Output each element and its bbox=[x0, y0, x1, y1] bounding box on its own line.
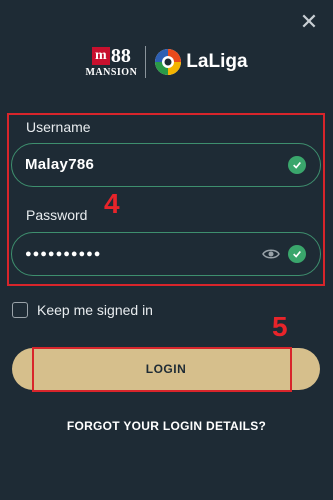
laliga-icon bbox=[155, 49, 182, 75]
username-label: Username bbox=[26, 119, 91, 135]
password-value: ●●●●●●●●●● bbox=[25, 248, 102, 260]
m88-logo-number: 88 bbox=[110, 45, 131, 67]
logo-divider bbox=[145, 46, 147, 78]
keep-signed-in-checkbox[interactable] bbox=[12, 302, 28, 318]
username-value: Malay786 bbox=[25, 156, 95, 173]
laliga-wordmark: LaLiga bbox=[186, 51, 248, 72]
m88-logo-subtitle: MANSION bbox=[85, 67, 138, 78]
username-field[interactable]: Malay786 bbox=[11, 143, 321, 187]
m88-logo-box: m bbox=[91, 47, 110, 65]
password-label: Password bbox=[26, 207, 88, 223]
check-icon bbox=[288, 245, 306, 263]
password-field[interactable]: ●●●●●●●●●● bbox=[11, 232, 321, 276]
keep-signed-in-row[interactable]: Keep me signed in bbox=[12, 302, 153, 318]
forgot-login-link[interactable]: FORGOT YOUR LOGIN DETAILS? bbox=[0, 419, 333, 433]
brand-logos: m 88 MANSION LaLiga bbox=[0, 42, 333, 82]
annotation-number-4: 4 bbox=[104, 188, 120, 219]
check-icon bbox=[288, 156, 306, 174]
keep-signed-in-label: Keep me signed in bbox=[37, 302, 153, 318]
close-icon[interactable]: ✕ bbox=[299, 11, 319, 33]
annotation-box-login bbox=[32, 347, 292, 392]
laliga-logo: LaLiga bbox=[154, 48, 248, 76]
eye-icon[interactable] bbox=[262, 246, 280, 262]
annotation-number-5: 5 bbox=[272, 311, 288, 342]
m88-mansion-logo: m 88 MANSION bbox=[85, 46, 137, 78]
